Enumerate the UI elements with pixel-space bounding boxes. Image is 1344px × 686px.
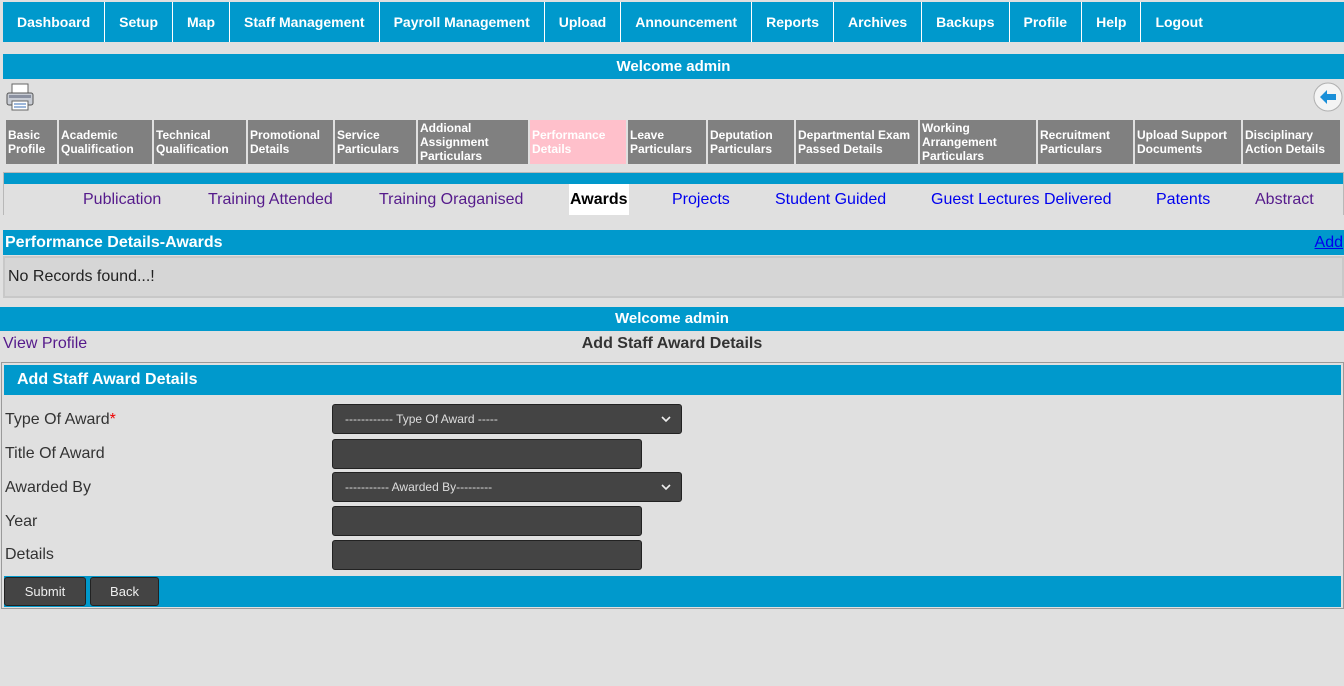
welcome-banner: Welcome admin (3, 54, 1344, 79)
nav-map[interactable]: Map (173, 2, 231, 42)
nav-setup[interactable]: Setup (105, 2, 174, 42)
back-arrow-icon[interactable] (1313, 82, 1343, 112)
tab-performance-details[interactable]: Performance Details (530, 120, 626, 164)
awarded-by-label: Awarded By (5, 479, 91, 496)
chevron-down-icon (661, 484, 671, 491)
add-award-form: Add Staff Award Details Type Of Award* -… (1, 362, 1344, 609)
performance-subtabs: Publication Training Attended Training O… (3, 172, 1344, 215)
nav-staff-management[interactable]: Staff Management (230, 2, 380, 42)
details-input[interactable] (332, 540, 642, 570)
tab-basic-profile[interactable]: Basic Profile (6, 120, 57, 164)
subtab-training-organised[interactable]: Training Oraganised (379, 184, 523, 215)
tab-technical-qualification[interactable]: Technical Qualification (154, 120, 246, 164)
tab-recruitment-particulars[interactable]: Recruitment Particulars (1038, 120, 1133, 164)
top-navigation: Dashboard Setup Map Staff Management Pay… (3, 2, 1344, 42)
tab-working-arrangement[interactable]: Working Arrangement Particulars (920, 120, 1036, 164)
nav-upload[interactable]: Upload (545, 2, 622, 42)
tab-academic-qualification[interactable]: Academic Qualification (59, 120, 152, 164)
nav-profile[interactable]: Profile (1010, 2, 1083, 42)
tab-departmental-exam[interactable]: Departmental Exam Passed Details (796, 120, 918, 164)
form-title: Add Staff Award Details (4, 365, 1341, 395)
subtab-training-attended[interactable]: Training Attended (208, 184, 333, 215)
page-title: Add Staff Award Details (581, 335, 763, 352)
tab-promotional-details[interactable]: Promotional Details (248, 120, 333, 164)
nav-logout[interactable]: Logout (1141, 2, 1216, 42)
nav-backups[interactable]: Backups (922, 2, 1010, 42)
nav-dashboard[interactable]: Dashboard (3, 2, 106, 42)
view-profile-link[interactable]: View Profile (3, 335, 87, 353)
welcome-banner-secondary: Welcome admin (0, 307, 1344, 331)
tab-deputation-particulars[interactable]: Deputation Particulars (708, 120, 794, 164)
submit-button[interactable]: Submit (4, 577, 86, 606)
details-label: Details (5, 546, 54, 563)
back-button[interactable]: Back (90, 577, 159, 606)
form-button-bar: Submit Back (4, 576, 1341, 607)
awards-empty-message: No Records found...! (3, 256, 1344, 298)
subtab-awards[interactable]: Awards (569, 184, 629, 215)
tab-upload-support-documents[interactable]: Upload Support Documents (1135, 120, 1241, 164)
subtab-abstract[interactable]: Abstract (1255, 184, 1314, 215)
type-of-award-select[interactable]: ------------ Type Of Award ----- (332, 404, 682, 434)
year-label: Year (5, 513, 38, 530)
nav-archives[interactable]: Archives (834, 2, 923, 42)
tab-service-particulars[interactable]: Service Particulars (335, 120, 416, 164)
tab-leave-particulars[interactable]: Leave Particulars (628, 120, 706, 164)
nav-announcement[interactable]: Announcement (621, 2, 753, 42)
year-input[interactable] (332, 506, 642, 536)
type-of-award-label: Type Of Award* (5, 411, 116, 428)
subtab-student-guided[interactable]: Student Guided (775, 184, 886, 215)
nav-payroll-management[interactable]: Payroll Management (380, 2, 545, 42)
subtab-publication[interactable]: Publication (83, 184, 161, 215)
awards-panel-title: Performance Details-Awards (5, 234, 223, 251)
nav-help[interactable]: Help (1082, 2, 1142, 42)
title-of-award-label: Title Of Award (5, 445, 105, 462)
chevron-down-icon (661, 416, 671, 423)
add-award-link[interactable]: Add (1315, 230, 1343, 255)
printer-icon[interactable] (5, 83, 35, 111)
tab-disciplinary-action[interactable]: Disciplinary Action Details (1243, 120, 1340, 164)
subtab-projects[interactable]: Projects (672, 184, 730, 215)
subtab-guest-lectures[interactable]: Guest Lectures Delivered (931, 184, 1112, 215)
required-marker: * (109, 411, 116, 428)
profile-section-tabs: Basic Profile Academic Qualification Tec… (6, 120, 1342, 164)
tab-additional-assignment[interactable]: Addional Assignment Particulars (418, 120, 528, 164)
subtab-patents[interactable]: Patents (1156, 184, 1210, 215)
title-of-award-input[interactable] (332, 439, 642, 469)
awards-panel-header: Performance Details-Awards Add (3, 230, 1344, 255)
awarded-by-select[interactable]: ----------- Awarded By--------- (332, 472, 682, 502)
nav-reports[interactable]: Reports (752, 2, 834, 42)
